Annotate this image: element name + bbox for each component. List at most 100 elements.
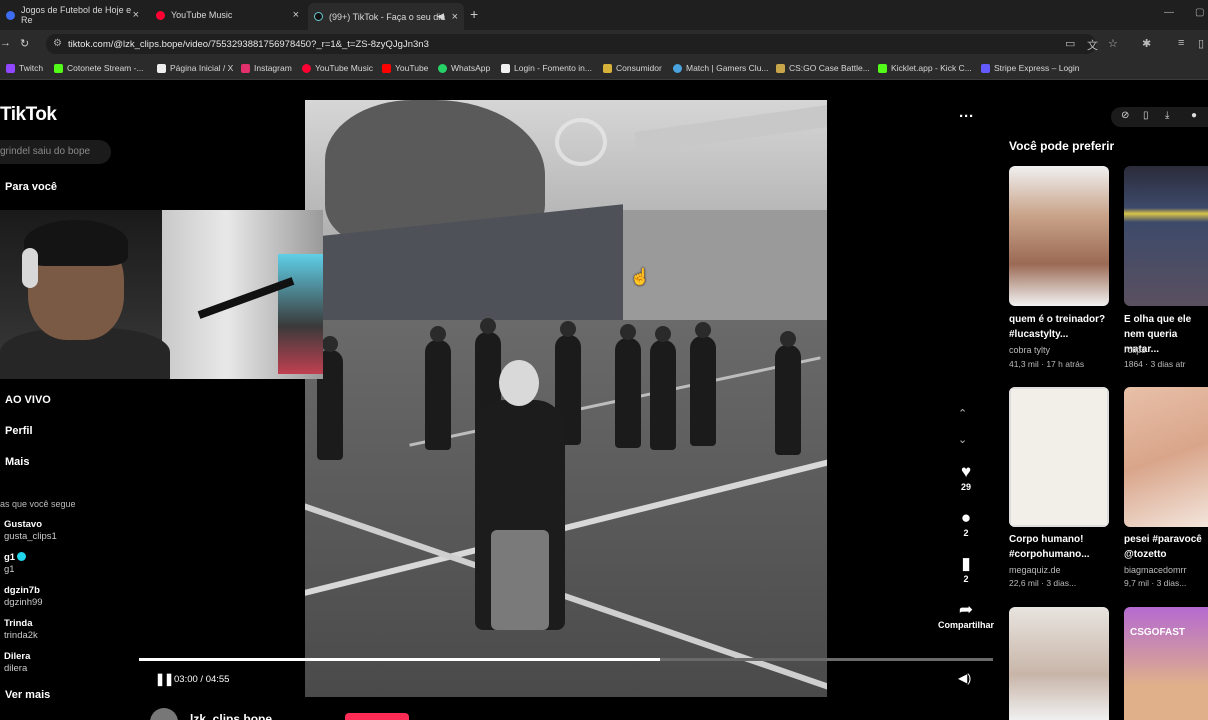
extensions-icon[interactable]: ✱ — [1142, 37, 1151, 50]
comment-button[interactable]: ● 2 — [936, 508, 996, 538]
compass-icon[interactable]: ⊘ — [1121, 110, 1129, 121]
share-button[interactable]: ➦ Compartilhar — [936, 600, 996, 630]
following-account[interactable]: Dilera dilera — [4, 651, 30, 675]
recommendation-thumbnail[interactable] — [1009, 607, 1109, 720]
thumbnail-badge: CSGOFAST — [1130, 627, 1186, 638]
video-character — [425, 326, 451, 450]
minimize-icon[interactable]: — — [1164, 7, 1174, 18]
recommendation-author[interactable]: cobra tylty — [1009, 344, 1050, 357]
next-video-icon[interactable]: ⌄ — [958, 433, 967, 446]
bookmark-cotonete[interactable]: Cotonete Stream -... — [54, 63, 144, 73]
recommendation-thumbnail[interactable] — [1009, 387, 1109, 527]
recommendation-thumbnail[interactable] — [1124, 166, 1208, 306]
search-input[interactable]: grindel saiu do bope — [0, 140, 111, 164]
bookmark-label: Twitch — [19, 63, 44, 73]
video-player[interactable]: ☝ — [305, 100, 827, 697]
tab-futebol[interactable]: Jogos de Futebol de Hoje e Re × — [0, 4, 145, 26]
tiktok-page: TikTok grindel saiu do bope Para você AO… — [0, 81, 1208, 720]
video-character — [650, 326, 676, 450]
new-tab-icon[interactable]: + — [470, 6, 478, 22]
bookmark-whatsapp[interactable]: WhatsApp — [438, 63, 490, 73]
bookmark-youtube-music[interactable]: YouTube Music — [302, 63, 373, 73]
following-account[interactable]: Gustavo gusta_clips1 — [4, 519, 57, 543]
close-icon[interactable]: × — [133, 9, 139, 21]
progress-bar[interactable] — [139, 658, 993, 661]
nav-profile[interactable]: Perfil — [5, 425, 33, 437]
thumbnail-image — [1124, 387, 1208, 527]
avatar-icon[interactable]: ● — [1191, 110, 1197, 121]
reload-icon[interactable]: ↻ — [20, 37, 29, 50]
csgo-icon — [776, 63, 785, 73]
like-button[interactable]: ♥ 29 — [936, 462, 996, 492]
twitch-icon — [6, 63, 15, 73]
bookmark-youtube[interactable]: YouTube — [382, 63, 428, 73]
bookmark-star-icon[interactable]: ☆ — [1108, 37, 1118, 50]
mouse-cursor-icon: ☝ — [630, 269, 650, 286]
account-name: dgzin7b — [4, 585, 40, 596]
video-character — [615, 324, 641, 448]
bookmark-consumidor[interactable]: Consumidor — [603, 63, 662, 73]
media-icon[interactable]: ≡ — [1178, 37, 1184, 49]
device-icon[interactable]: ▯ — [1143, 110, 1149, 121]
bookmark-twitch[interactable]: Twitch — [6, 63, 43, 73]
recommendation-caption[interactable]: pesei #paravocê @tozetto — [1124, 532, 1208, 562]
translate-icon[interactable]: 文 — [1087, 37, 1098, 53]
install-app-icon[interactable]: ▭ — [1065, 37, 1075, 50]
thumbnail-image — [1124, 166, 1208, 306]
following-account[interactable]: Trinda trinda2k — [4, 618, 38, 642]
following-account[interactable]: g1 g1 — [4, 552, 27, 576]
see-more-link[interactable]: Ver mais — [5, 689, 50, 701]
save-count: 2 — [963, 574, 969, 584]
bookmark-instagram[interactable]: Instagram — [241, 63, 292, 73]
bookmark-fomento[interactable]: Login - Fomento in... — [501, 63, 592, 73]
close-icon[interactable]: × — [293, 9, 299, 21]
url-field[interactable]: ⚙ tiktok.com/@lzk_clips.bope/video/75532… — [46, 34, 1096, 54]
account-name: Dilera — [4, 651, 31, 662]
recommendation-caption[interactable]: quem é o treinador? #lucastylty... — [1009, 312, 1119, 342]
recommendation-thumbnail[interactable] — [1124, 387, 1208, 527]
account-name: Trinda — [4, 618, 33, 629]
nav-live[interactable]: AO VIVO — [5, 394, 51, 406]
follow-button[interactable] — [345, 713, 409, 720]
previous-video-icon[interactable]: ⌃ — [958, 407, 967, 420]
bookmark-gamers-club[interactable]: Match | Gamers Clu... — [673, 63, 769, 73]
save-button[interactable]: ▮ 2 — [936, 554, 996, 584]
nav-for-you[interactable]: Para você — [5, 181, 57, 193]
site-info-icon[interactable]: ⚙ — [53, 38, 62, 49]
recommendation-thumbnail[interactable] — [1009, 166, 1109, 306]
following-account[interactable]: dgzin7b dgzinh99 — [4, 585, 43, 609]
recommendation-author[interactable]: l'clips — [1124, 344, 1146, 357]
side-panel-icon[interactable]: ▯ — [1198, 37, 1204, 50]
close-icon[interactable]: × — [452, 11, 458, 23]
tiktok-logo[interactable]: TikTok — [0, 104, 57, 126]
recommendation-meta: 22,6 mil · 3 dias... — [1009, 578, 1077, 588]
verified-badge-icon — [17, 552, 27, 561]
pause-icon[interactable]: ❚❚ — [155, 672, 174, 686]
author-avatar[interactable] — [150, 708, 178, 720]
author-name[interactable]: lzk_clips.bope — [190, 712, 272, 720]
bookmark-x[interactable]: Página Inicial / X — [157, 63, 233, 73]
recommendation-thumbnail[interactable]: CSGOFAST — [1124, 607, 1208, 720]
speaker-icon[interactable]: ◀ — [437, 11, 444, 22]
more-options-icon[interactable]: ··· — [959, 108, 974, 125]
account-handle: g1 — [4, 564, 15, 575]
tab-youtube-music[interactable]: YouTube Music × — [150, 4, 305, 26]
nav-more[interactable]: Mais — [5, 456, 29, 468]
volume-icon[interactable]: ◀) — [958, 671, 971, 685]
bookmark-csgo[interactable]: CS:GO Case Battle... — [776, 63, 870, 73]
tab-tiktok[interactable]: (99+) TikTok - Faça o seu dia ◀ × — [308, 3, 464, 30]
recommendation-author[interactable]: biagmacedomrr — [1124, 564, 1208, 577]
bookmark-kicklet[interactable]: Kicklet.app - Kick C... — [878, 63, 972, 73]
maximize-icon[interactable]: ▢ — [1195, 7, 1204, 18]
account-handle: dilera — [4, 663, 28, 674]
bookmark-stripe[interactable]: Stripe Express – Login — [981, 63, 1080, 73]
back-icon[interactable]: → — [0, 37, 11, 49]
download-icon[interactable]: ⤓ — [1165, 110, 1169, 121]
tab-favicon-icon — [156, 10, 165, 20]
consumidor-icon — [603, 63, 612, 73]
bookmark-label: Match | Gamers Clu... — [686, 63, 769, 73]
kick-icon — [54, 63, 63, 73]
browser-tab-bar: Jogos de Futebol de Hoje e Re × YouTube … — [0, 0, 1208, 30]
recommendation-author[interactable]: megaquiz.de — [1009, 564, 1061, 577]
recommendation-caption[interactable]: Corpo humano! #corpohumano... — [1009, 532, 1119, 562]
